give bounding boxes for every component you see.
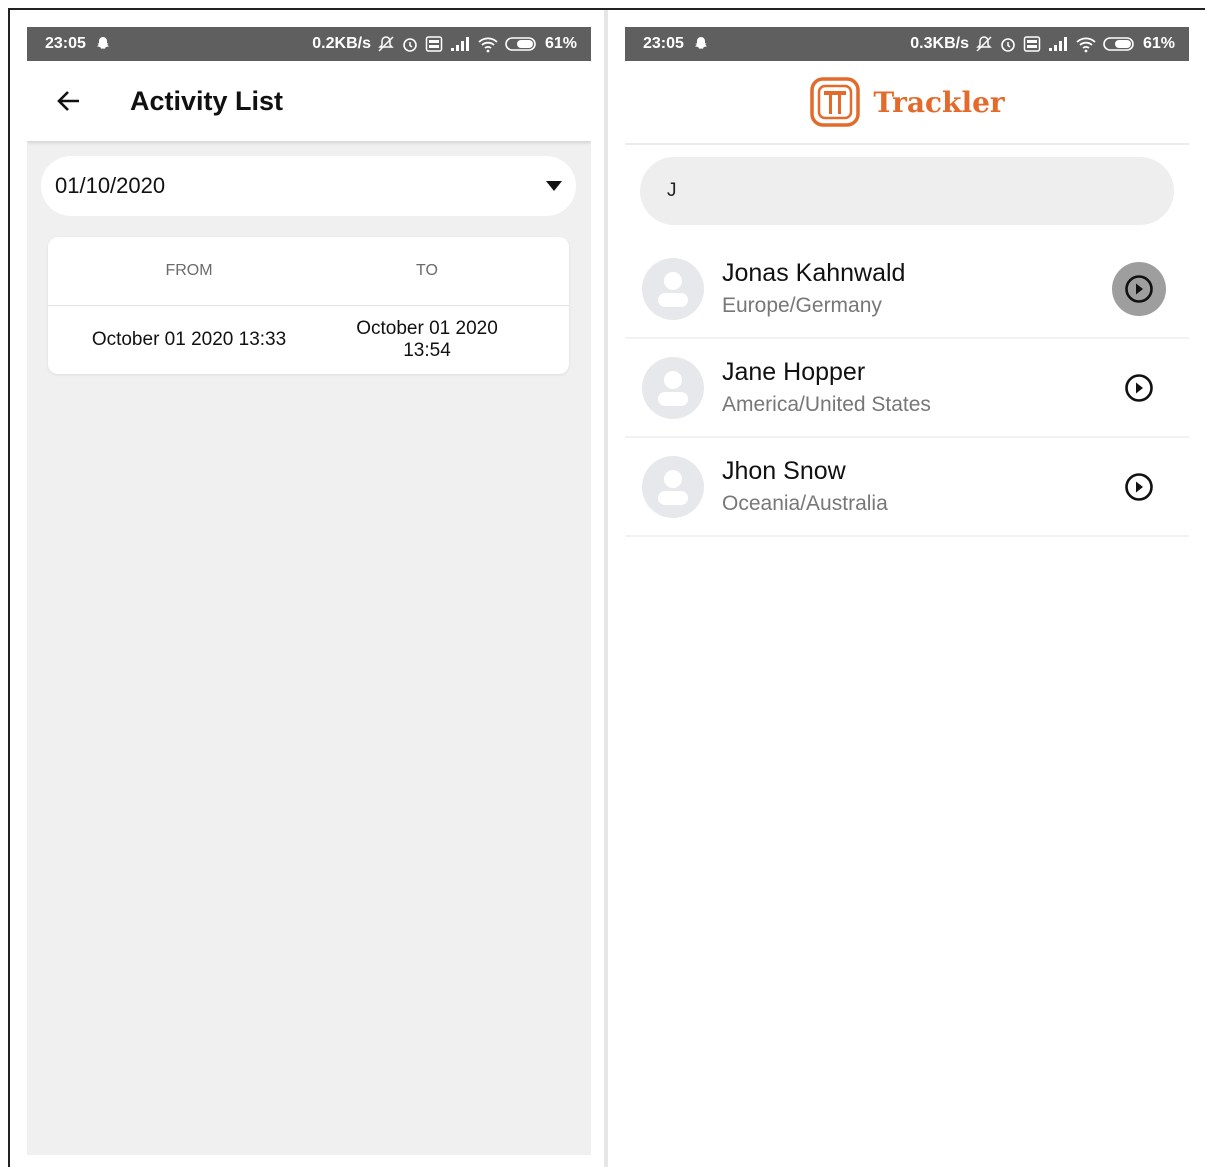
- date-dropdown-value: 01/10/2020: [55, 173, 166, 198]
- play-button[interactable]: [1112, 261, 1166, 316]
- back-button[interactable]: [44, 76, 94, 126]
- signal-icon: [1047, 36, 1069, 52]
- snapchat-icon: [693, 36, 709, 52]
- status-bar: 23:05 0.2KB/s 61%: [27, 27, 591, 61]
- to-time: October 01 2020 13:54: [356, 318, 498, 361]
- mute-notifications-icon: [377, 35, 395, 53]
- user-icon: [658, 469, 688, 505]
- alarm-icon: [999, 35, 1017, 53]
- person-region: America/United States: [722, 393, 931, 416]
- play-button[interactable]: [1112, 361, 1166, 415]
- search-input-value: J: [667, 180, 677, 201]
- user-icon: [658, 370, 688, 406]
- avatar: [642, 455, 704, 518]
- alarm-icon: [401, 35, 419, 53]
- activity-list-screen: 23:05 0.2KB/s 61% Activity List 01/10/20…: [27, 27, 591, 1155]
- person-name: Jonas Kahnwald: [722, 259, 906, 287]
- person-region: Europe/Germany: [722, 294, 882, 317]
- person-name: Jhon Snow: [722, 457, 846, 485]
- status-bar: 23:05 0.3KB/s 61%: [625, 27, 1189, 61]
- battery-icon: [1103, 35, 1137, 53]
- wifi-icon: [477, 35, 499, 53]
- person-name: Jane Hopper: [722, 358, 866, 386]
- date-dropdown[interactable]: 01/10/2020: [41, 156, 576, 216]
- wifi-icon: [1075, 35, 1097, 53]
- mute-notifications-icon: [975, 35, 993, 53]
- signal-icon: [449, 36, 471, 52]
- activity-time-card: FROM TO October 01 2020 13:33 October 01…: [48, 237, 569, 374]
- status-time: 23:05: [643, 35, 684, 52]
- battery-icon: [505, 35, 539, 53]
- person-region: Oceania/Australia: [722, 492, 888, 515]
- list-item[interactable]: Jane Hopper America/United States: [625, 339, 1189, 438]
- from-column-header: FROM: [165, 262, 213, 279]
- time-table-header: FROM TO: [48, 237, 569, 306]
- frame-border-left: [8, 8, 10, 1167]
- battery-level: 61%: [1142, 35, 1175, 52]
- list-item[interactable]: Jhon Snow Oceania/Australia: [625, 438, 1189, 537]
- play-circle-icon: [1125, 274, 1153, 303]
- snapchat-icon: [95, 36, 111, 52]
- play-circle-icon: [1125, 472, 1153, 501]
- play-circle-icon: [1125, 373, 1153, 402]
- dropdown-caret-icon: [546, 181, 562, 191]
- trackler-logo-icon: [810, 77, 861, 127]
- to-column-header: TO: [416, 262, 438, 279]
- network-speed: 0.3KB/s: [910, 35, 969, 52]
- brand-header: Trackler: [625, 61, 1189, 145]
- status-time: 23:05: [45, 35, 86, 52]
- network-speed: 0.2KB/s: [312, 35, 371, 52]
- play-button[interactable]: [1112, 460, 1166, 514]
- battery-level: 61%: [544, 35, 577, 52]
- avatar: [642, 356, 704, 419]
- table-row: October 01 2020 13:33 October 01 2020 13…: [48, 306, 569, 374]
- people-search-screen: 23:05 0.3KB/s 61% Trackler J Jonas Kahnw…: [625, 27, 1189, 1167]
- volte-icon: [1023, 35, 1041, 53]
- screen-divider: [604, 10, 608, 1167]
- app-bar: Activity List: [27, 61, 591, 141]
- avatar: [642, 257, 704, 320]
- from-time: October 01 2020 13:33: [91, 329, 287, 350]
- back-arrow-icon: [57, 91, 79, 111]
- user-icon: [658, 271, 688, 307]
- brand-name: Trackler: [873, 85, 1005, 119]
- page-title: Activity List: [130, 85, 284, 116]
- search-input[interactable]: J: [640, 157, 1174, 225]
- list-item[interactable]: Jonas Kahnwald Europe/Germany: [625, 240, 1189, 339]
- volte-icon: [425, 35, 443, 53]
